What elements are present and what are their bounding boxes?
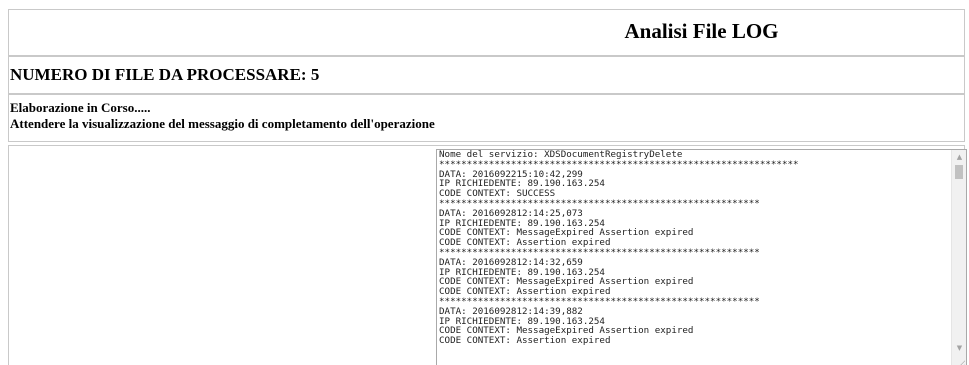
log-line: CODE CONTEXT: Assertion expired: [439, 335, 611, 347]
title-frame: Analisi File LOG: [8, 9, 965, 56]
log-content: Nome del servizio: XDSDocumentRegistryDe…: [439, 150, 948, 346]
log-frame: Nome del servizio: XDSDocumentRegistryDe…: [8, 145, 967, 365]
resize-grip-icon[interactable]: [955, 359, 965, 365]
page-title: Analisi File LOG: [624, 19, 779, 43]
scroll-down-icon[interactable]: ▼: [952, 341, 966, 356]
log-scrollbar[interactable]: ▲ ▼: [951, 150, 966, 365]
status-processing-text: Elaborazione in Corso.....: [10, 100, 151, 115]
scroll-thumb[interactable]: [955, 165, 963, 179]
scroll-up-icon[interactable]: ▲: [952, 150, 966, 165]
log-textarea[interactable]: Nome del servizio: XDSDocumentRegistryDe…: [436, 149, 967, 365]
file-count-text: NUMERO DI FILE DA PROCESSARE: 5: [10, 65, 320, 84]
status-frame: Elaborazione in Corso..... Attendere la …: [8, 94, 965, 142]
status-wait-text: Attendere la visualizzazione del messagg…: [10, 116, 435, 131]
file-count-frame: NUMERO DI FILE DA PROCESSARE: 5: [8, 56, 965, 94]
